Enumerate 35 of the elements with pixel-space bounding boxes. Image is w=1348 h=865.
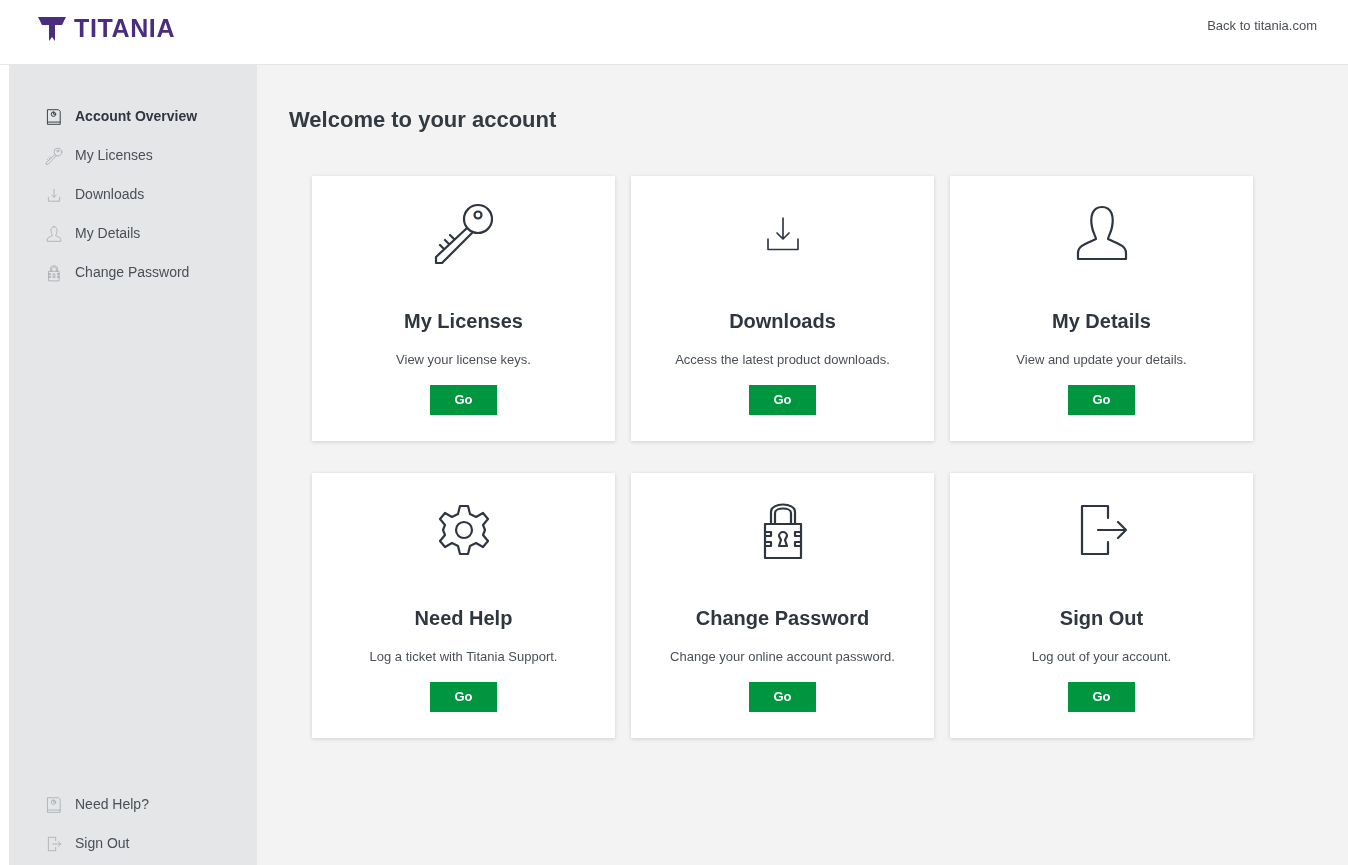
back-link[interactable]: Back to titania.com	[1207, 16, 1317, 36]
card-title: Downloads	[729, 309, 836, 334]
card-title: Sign Out	[1059, 606, 1144, 631]
key-icon	[45, 146, 63, 165]
card-title: My Details	[1052, 309, 1151, 334]
page-title: Welcome to your account	[289, 106, 558, 134]
sidebar-item[interactable]: Account Overview	[45, 97, 257, 136]
sidebar-item[interactable]: My Details	[45, 214, 257, 253]
lock-icon	[45, 263, 63, 282]
card-title: My Licenses	[404, 309, 523, 334]
logo-text: TITANIA	[74, 13, 176, 44]
book-icon	[45, 795, 63, 814]
user-icon	[45, 224, 63, 243]
card-description: Log a ticket with Titania Support.	[369, 648, 558, 666]
sidebar-item[interactable]: Sign Out	[45, 824, 257, 863]
sidebar-item[interactable]: My Licenses	[45, 136, 257, 175]
card-description: View your license keys.	[396, 351, 531, 369]
go-button[interactable]: Go	[1068, 384, 1135, 415]
go-button[interactable]: Go	[1068, 681, 1135, 712]
sign-out-icon	[45, 834, 63, 853]
go-button[interactable]: Go	[749, 681, 816, 712]
card-description: Change your online account password.	[670, 648, 895, 666]
book-icon	[45, 107, 63, 126]
sidebar-item[interactable]: Change Password	[45, 253, 257, 292]
go-button[interactable]: Go	[749, 384, 816, 415]
card-description: Access the latest product downloads.	[675, 351, 890, 369]
card-title: Change Password	[695, 606, 870, 631]
card-title: Need Help	[414, 606, 513, 631]
card-description: View and update your details.	[1016, 351, 1187, 369]
go-button[interactable]: Go	[430, 681, 497, 712]
go-button[interactable]: Go	[430, 384, 497, 415]
sidebar-item[interactable]: Downloads	[45, 175, 257, 214]
card-description: Log out of your account.	[1031, 648, 1172, 666]
logo-icon	[38, 16, 66, 41]
sidebar-item[interactable]: Need Help?	[45, 785, 257, 824]
